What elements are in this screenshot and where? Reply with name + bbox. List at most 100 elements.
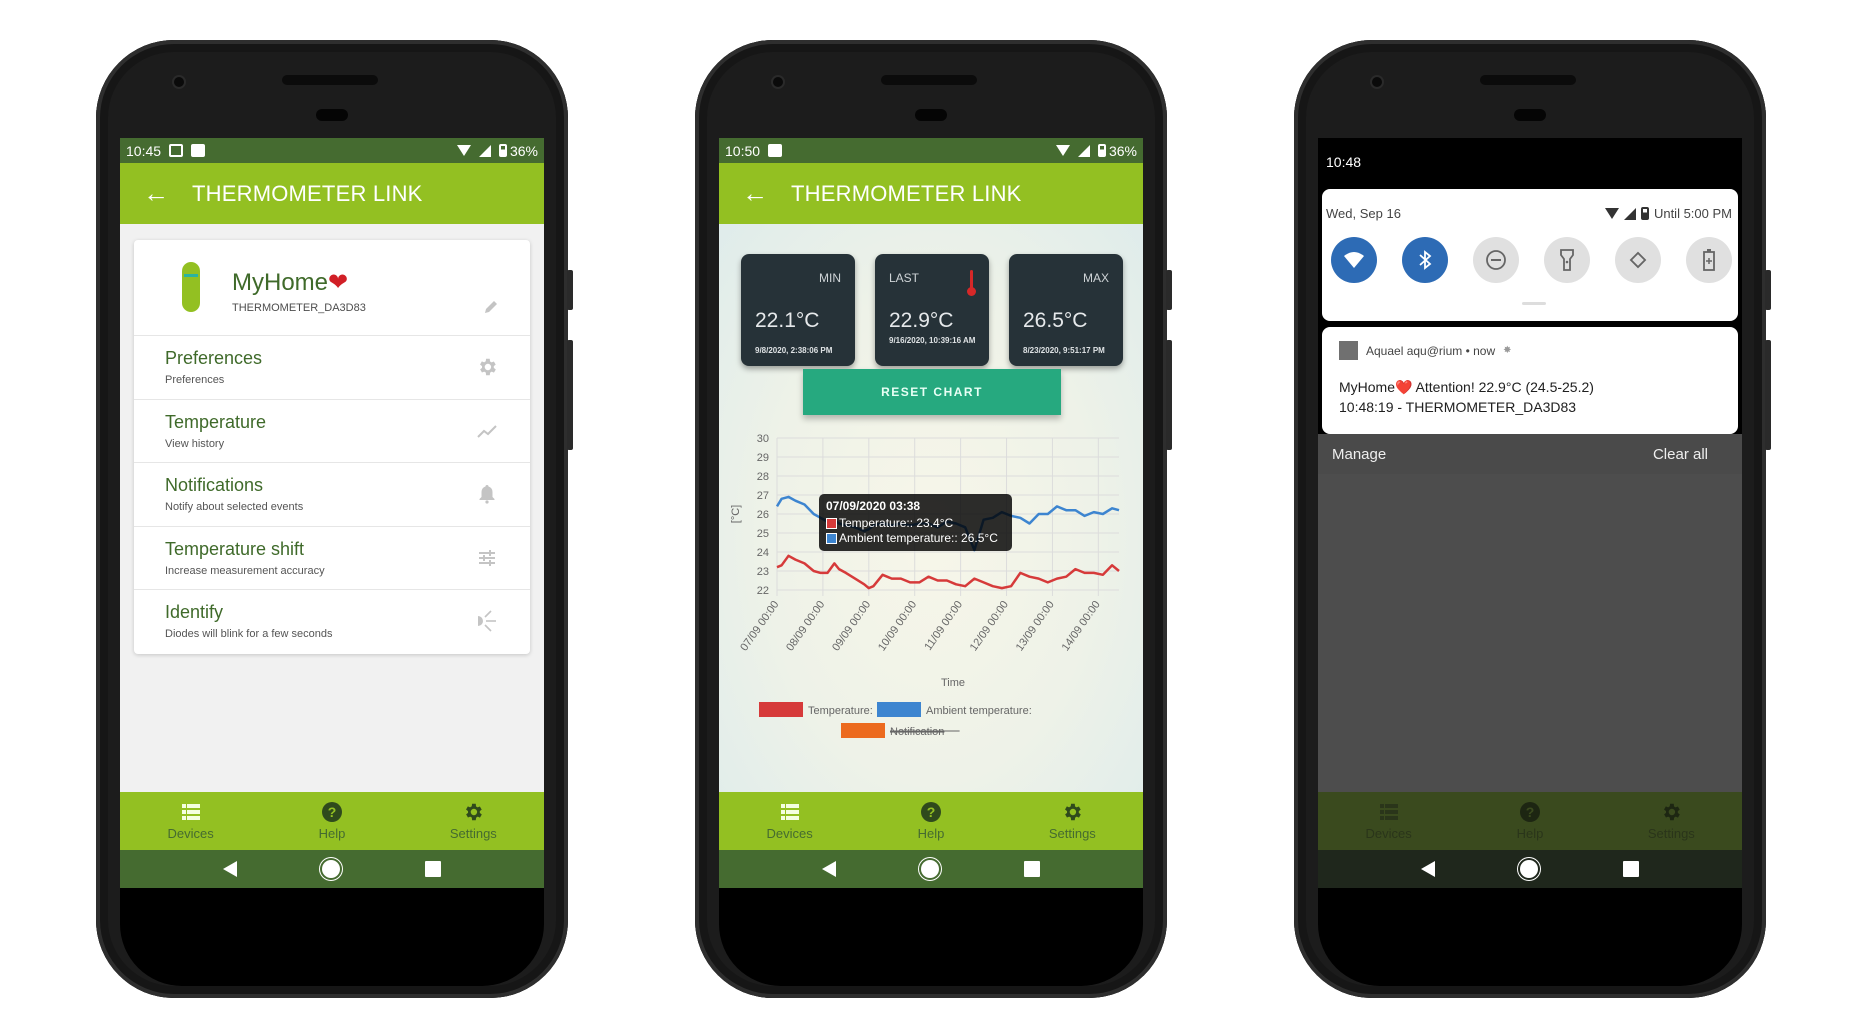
qs-tile-flashlight[interactable] — [1544, 237, 1590, 283]
tab-label: Help — [917, 825, 945, 841]
device-name: MyHome — [232, 269, 329, 296]
nav-back-icon[interactable] — [1420, 861, 1435, 877]
help-icon: ? — [920, 801, 942, 822]
shopping-bag-icon — [191, 144, 206, 157]
y-tick-label: 26 — [757, 509, 769, 521]
tooltip-row: Ambient temperature:: 26.5°C — [826, 531, 1005, 546]
gear-icon — [1061, 802, 1083, 822]
volume-button — [1166, 340, 1172, 450]
nav-recents-icon[interactable] — [1024, 861, 1041, 877]
tab-settings[interactable]: Settings — [403, 792, 544, 850]
bottom-navigation: Devices ? Help Settings — [719, 792, 1143, 850]
system-navigation — [120, 850, 544, 888]
qs-date: Wed, Sep 16 — [1326, 206, 1401, 221]
menu-item-temperature[interactable]: Temperature View history — [134, 400, 530, 463]
battery-estimate: Until 5:00 PM — [1653, 206, 1732, 221]
phone-chin — [120, 886, 544, 986]
phone-temperature-chart: 10:50 36% ← THERMOMETER LINK MIN 22.1°C … — [695, 40, 1172, 998]
clear-all-button[interactable]: Clear all — [1653, 446, 1708, 463]
tab-settings[interactable]: Settings — [1002, 792, 1143, 850]
signal-icon — [1623, 207, 1636, 220]
notification-header: Aquael aqu@rium • now ✸ — [1339, 341, 1512, 360]
legend-label: Notification — [890, 726, 944, 738]
power-button — [1166, 270, 1172, 310]
notification-card[interactable]: Aquael aqu@rium • now ✸ MyHome❤️ Attenti… — [1322, 327, 1738, 434]
back-arrow-icon[interactable]: ← — [120, 178, 192, 209]
x-tick-label: 09/09 00:00 — [830, 599, 873, 653]
status-time: 10:50 — [725, 142, 761, 159]
menu-item-identify[interactable]: Identify Diodes will blink for a few sec… — [134, 590, 530, 654]
back-arrow-icon[interactable]: ← — [719, 178, 791, 209]
battery-saver-icon — [1703, 249, 1715, 271]
quick-settings-panel: Wed, Sep 16 Until 5:00 PM — [1322, 189, 1738, 321]
front-camera — [174, 77, 184, 87]
nav-back-icon[interactable] — [222, 861, 237, 877]
legend-label: Temperature: — [808, 705, 873, 717]
pencil-icon[interactable] — [482, 298, 500, 321]
screen: 10:48 Wed, Sep 16 Until 5:00 PM Aquael a… — [1318, 138, 1742, 888]
battery-percent: 36% — [1108, 142, 1137, 159]
chart-panel: MIN 22.1°C 9/8/2020, 2:38:06 PM LAST 22.… — [719, 224, 1143, 792]
gmail-icon — [169, 144, 184, 157]
front-camera — [773, 77, 783, 87]
volume-button — [567, 340, 573, 450]
gear-icon — [1660, 802, 1682, 822]
dnd-icon — [1486, 250, 1506, 270]
tab-devices[interactable]: Devices — [120, 792, 261, 850]
dimmed-app-background — [1318, 474, 1742, 792]
y-tick-label: 28 — [757, 471, 769, 483]
wifi-icon — [1055, 145, 1070, 156]
device-header[interactable]: MyHome❤ THERMOMETER_DA3D83 — [134, 240, 530, 336]
tab-label: Devices — [167, 825, 214, 841]
status-time: 10:45 — [126, 142, 162, 159]
device-card: MyHome❤ THERMOMETER_DA3D83 Preferences P… — [134, 240, 530, 654]
nav-recents-icon[interactable] — [1623, 861, 1640, 877]
y-tick-label: 22 — [757, 585, 769, 597]
menu-item-title: Notifications — [165, 475, 264, 495]
bell-icon — [476, 483, 498, 505]
battery-icon — [1097, 144, 1106, 157]
gear-icon — [462, 802, 484, 822]
qs-tile-bluetooth[interactable] — [1402, 237, 1448, 283]
tune-icon — [476, 547, 498, 569]
list-icon — [1378, 802, 1400, 822]
nav-home-icon[interactable] — [1519, 860, 1538, 878]
legend-swatch — [841, 723, 885, 738]
qs-tile-auto-rotate[interactable] — [1615, 237, 1661, 283]
nav-recents-icon[interactable] — [425, 861, 442, 877]
svg-text:?: ? — [927, 804, 936, 820]
thermometer-icon — [182, 262, 200, 312]
y-tick-label: 29 — [757, 452, 769, 464]
qs-tile-wifi[interactable] — [1331, 237, 1377, 283]
battery-icon — [1640, 207, 1649, 220]
power-button — [1765, 270, 1771, 310]
wifi-icon — [456, 145, 471, 156]
menu-item-notifications[interactable]: Notifications Notify about selected even… — [134, 463, 530, 527]
qs-tile-battery-saver[interactable] — [1686, 237, 1732, 283]
help-icon: ? — [1519, 801, 1541, 822]
chart-tooltip: 07/09/2020 03:38 Temperature:: 23.4°C Am… — [819, 494, 1012, 551]
qs-drag-handle[interactable] — [1522, 302, 1546, 305]
nav-home-icon[interactable] — [920, 860, 939, 878]
tab-devices[interactable]: Devices — [719, 792, 860, 850]
y-tick-label: 24 — [757, 547, 769, 559]
tab-help[interactable]: ? Help — [860, 792, 1001, 850]
flashlight-icon — [1560, 249, 1574, 271]
status-bar: 10:45 36% — [120, 138, 544, 163]
nav-home-icon[interactable] — [321, 860, 340, 878]
menu-item-subtitle: View history — [165, 437, 225, 450]
bottom-navigation: Devices ? Help Settings — [120, 792, 544, 850]
x-tick-label: 08/09 00:00 — [784, 599, 827, 653]
qs-tile-do-not-disturb[interactable] — [1473, 237, 1519, 283]
status-time: 10:48 — [1326, 154, 1362, 170]
system-navigation — [719, 850, 1143, 888]
menu-item-preferences[interactable]: Preferences Preferences — [134, 336, 530, 400]
menu-item-temperature-shift[interactable]: Temperature shift Increase measurement a… — [134, 527, 530, 590]
system-navigation — [1318, 850, 1742, 888]
tooltip-swatch — [826, 533, 837, 544]
x-tick-label: 10/09 00:00 — [876, 599, 919, 653]
nav-back-icon[interactable] — [821, 861, 836, 877]
sensor — [316, 109, 348, 121]
tab-help[interactable]: ? Help — [261, 792, 402, 850]
manage-button[interactable]: Manage — [1332, 446, 1386, 463]
